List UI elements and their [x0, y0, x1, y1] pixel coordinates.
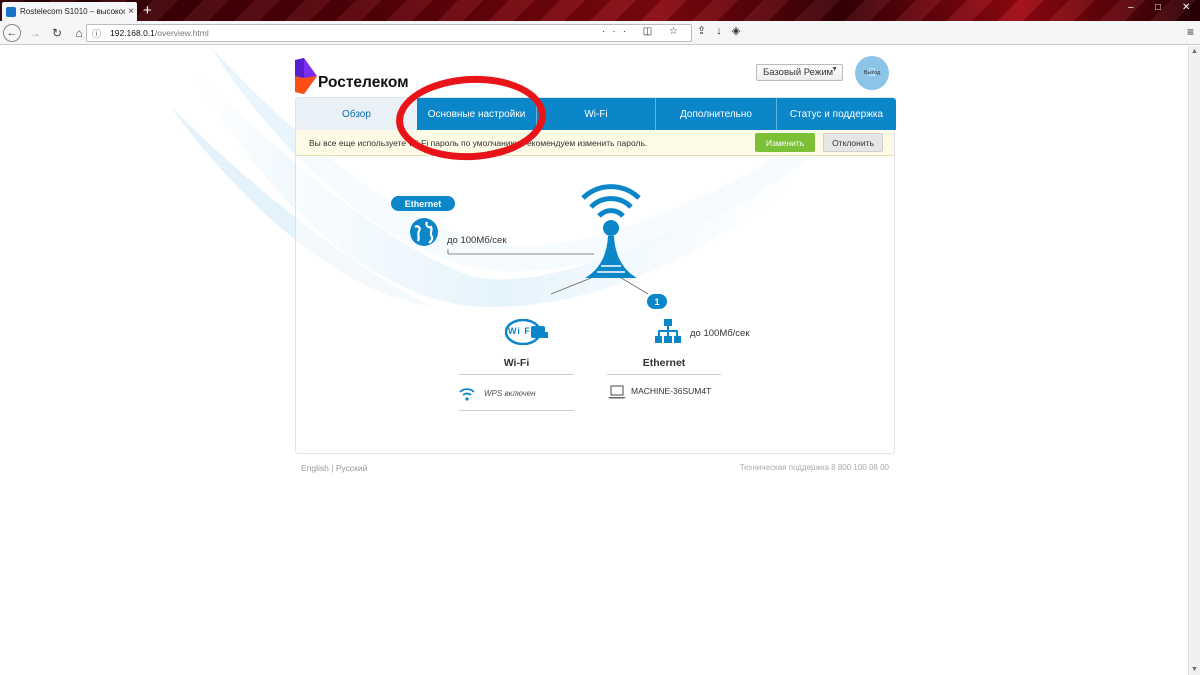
language-switcher: English | Русский	[301, 463, 367, 473]
tab-wifi[interactable]: Wi-Fi	[537, 98, 656, 130]
logo-text: Ростелеком	[318, 74, 409, 91]
home-icon[interactable]: ⌂	[71, 25, 87, 41]
lan-device-name[interactable]: MACHINE-36SUM4T	[631, 386, 711, 396]
change-password-button[interactable]: Изменить	[755, 133, 815, 152]
logout-button[interactable]: ⍈ Выход	[855, 56, 889, 90]
tab-status-support[interactable]: Статус и поддержка	[777, 98, 896, 130]
globe-icon	[410, 218, 438, 246]
scroll-down-icon[interactable]: ▼	[1191, 666, 1198, 673]
close-window-button[interactable]: ✕	[1182, 2, 1190, 13]
vertical-scrollbar[interactable]: ▲ ▼	[1188, 46, 1200, 675]
address-bar[interactable]: ⓘ 192.168.0.1/overview.html ··· ◫ ☆	[86, 24, 692, 42]
lan-speed-label: до 100Мб/сек	[690, 328, 750, 339]
browser-toolbar: ← → ↻ ⌂ ⓘ 192.168.0.1/overview.html ··· …	[0, 21, 1200, 45]
tab-advanced[interactable]: Дополнительно	[656, 98, 777, 130]
main-panel: Обзор Основные настройки Wi-Fi Дополните…	[295, 97, 896, 454]
lan-section-title: Ethernet	[642, 357, 686, 369]
mode-select[interactable]: Базовый Режим ▼	[756, 64, 843, 81]
lang-russian-link[interactable]: Русский	[336, 463, 368, 473]
close-tab-icon[interactable]: ×	[125, 6, 137, 17]
wps-status: WPS включен	[484, 389, 536, 398]
url-host: 192.168.0.1	[110, 28, 155, 38]
main-nav-tabs: Обзор Основные настройки Wi-Fi Дополните…	[296, 98, 896, 130]
refresh-icon[interactable]: ↻	[49, 25, 65, 41]
site-favicon-icon	[6, 6, 16, 17]
forward-arrow-icon[interactable]: →	[27, 25, 43, 41]
lan-divider	[607, 374, 721, 375]
wifi-section-title: Wi-Fi	[503, 357, 530, 369]
tab-basic-settings[interactable]: Основные настройки	[417, 98, 537, 130]
wps-divider	[459, 410, 574, 411]
browser-tab-title: Rostelecom S1010 – высокоск	[20, 7, 125, 16]
info-shield-icon[interactable]: ⓘ	[92, 27, 104, 40]
rostelecom-logo[interactable]: Ростелеком	[295, 58, 409, 94]
router-page: Ростелеком Базовый Режим ▼ ⍈ Выход Обзор…	[0, 46, 1188, 675]
decline-button[interactable]: Отклонить	[823, 133, 883, 152]
minimize-window-button[interactable]: –	[1128, 2, 1134, 13]
maximize-window-button[interactable]: □	[1155, 2, 1161, 13]
wan-ethernet-badge: Ethernet	[391, 196, 455, 211]
lang-separator: |	[331, 463, 334, 473]
url-path: /overview.html	[154, 28, 209, 38]
wifi-divider	[459, 374, 574, 375]
window-titlebar	[0, 0, 1200, 21]
lang-english-link[interactable]: English	[301, 463, 329, 473]
hamburger-menu-icon[interactable]: ≡	[1187, 25, 1194, 39]
network-overview-diagram: Ethernet до 100Мб/сек 1 Wi Fi Wi-Fi WPS …	[296, 156, 894, 454]
page-actions-icon[interactable]: ··· ◫ ☆	[602, 26, 685, 37]
network-switch-icon	[655, 319, 681, 343]
laptop-icon	[608, 385, 626, 399]
back-arrow-icon[interactable]: ←	[3, 23, 21, 42]
mode-select-value: Базовый Режим	[763, 67, 834, 78]
warning-text: Вы все еще используете Wi-Fi пароль по у…	[309, 137, 648, 148]
scroll-up-icon[interactable]: ▲	[1191, 48, 1198, 55]
wps-wifi-icon	[459, 388, 475, 401]
toolbar-extensions-icon[interactable]: ⇪↓◈	[697, 24, 750, 37]
rostelecom-logo-icon	[295, 58, 317, 94]
browser-tab[interactable]: Rostelecom S1010 – высокоск ×	[2, 2, 137, 21]
router-icon	[581, 184, 641, 278]
wifi-logo-text: Wi Fi	[508, 326, 535, 336]
default-password-warning: Вы все еще используете Wi-Fi пароль по у…	[296, 130, 894, 156]
connected-clients-badge: 1	[647, 294, 667, 309]
logout-label: Выход	[863, 69, 881, 76]
chevron-down-icon: ▼	[831, 66, 838, 73]
support-phone: Техническая поддержка 8 800 100 08 00	[739, 463, 889, 472]
tab-overview[interactable]: Обзор	[296, 98, 417, 130]
wifi-logo-icon: Wi Fi	[504, 318, 549, 346]
new-tab-button[interactable]: +	[143, 1, 152, 20]
wan-speed-label: до 100Мб/сек	[447, 235, 507, 246]
